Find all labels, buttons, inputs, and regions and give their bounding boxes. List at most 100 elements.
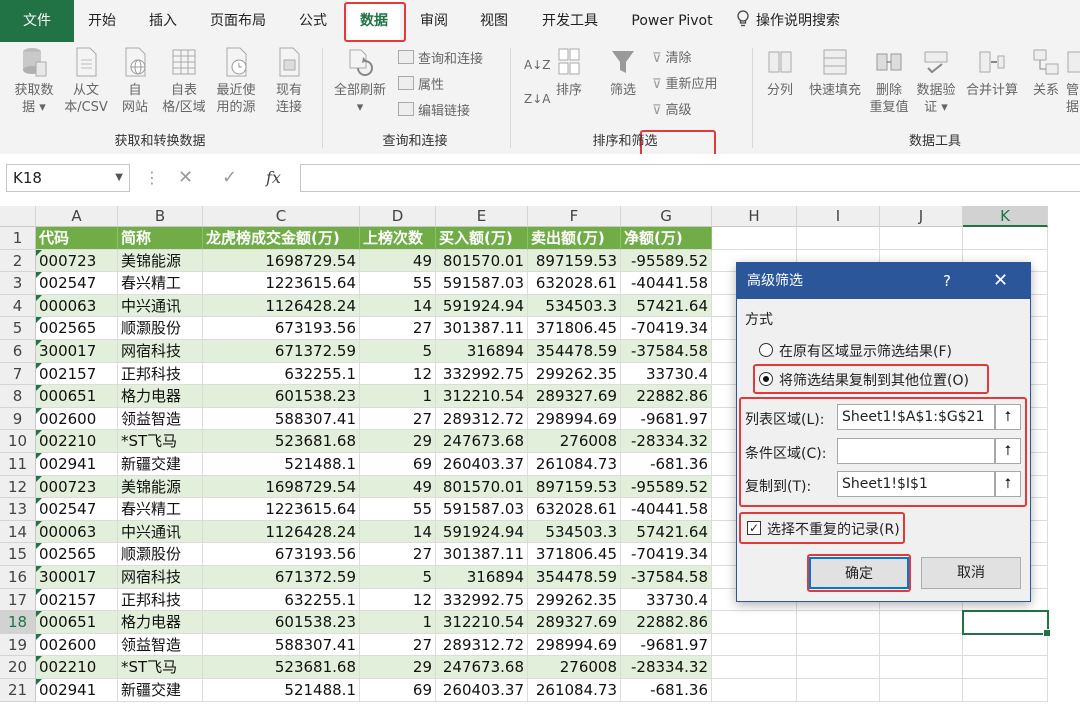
column-header-j[interactable]: J <box>880 206 963 227</box>
table-cell[interactable]: -40441.58 <box>621 272 712 295</box>
table-cell[interactable]: 12 <box>360 362 436 386</box>
sort-descending-button[interactable]: Z↓A <box>524 90 550 108</box>
table-cell[interactable]: 领益智造 <box>118 633 203 657</box>
empty-cell[interactable] <box>797 633 880 657</box>
table-cell[interactable]: 673193.56 <box>203 317 360 340</box>
table-cell[interactable]: 591587.03 <box>436 498 528 521</box>
table-cell[interactable]: 247673.68 <box>436 430 528 453</box>
table-cell[interactable]: 1223615.64 <box>203 272 360 295</box>
table-cell[interactable]: 002565 <box>36 543 118 566</box>
consolidate-button[interactable]: 合并计算 <box>960 46 1024 99</box>
table-cell[interactable]: 897159.53 <box>528 475 621 499</box>
recent-sources-button[interactable]: 最近使 用的源 <box>210 46 262 116</box>
table-cell[interactable]: 671372.59 <box>203 340 360 363</box>
empty-cell[interactable] <box>797 227 880 250</box>
criteria-range-collapse-icon[interactable]: ⭡ <box>995 438 1021 464</box>
sort-ascending-button[interactable]: A↓Z <box>524 56 550 74</box>
list-range-input[interactable]: Sheet1!$A$1:$G$21 <box>837 404 995 430</box>
flash-fill-button[interactable]: 快速填充 <box>804 46 866 99</box>
edit-links-button[interactable]: 编辑链接 <box>398 102 470 121</box>
table-cell[interactable]: 新疆交建 <box>118 453 203 476</box>
table-cell[interactable]: -681.36 <box>621 679 712 702</box>
row-header[interactable]: 4 <box>0 294 36 318</box>
column-header-e[interactable]: E <box>436 206 528 227</box>
table-cell[interactable]: 673193.56 <box>203 543 360 566</box>
table-cell[interactable]: 601538.23 <box>203 611 360 634</box>
table-cell[interactable]: 1698729.54 <box>203 475 360 499</box>
row-header[interactable]: 3 <box>0 272 36 295</box>
table-cell[interactable]: -40441.58 <box>621 498 712 521</box>
table-cell[interactable]: 中兴通讯 <box>118 520 203 544</box>
row-header[interactable]: 8 <box>0 385 36 408</box>
copy-to-input[interactable]: Sheet1!$I$1 <box>837 471 995 497</box>
table-cell[interactable]: 521488.1 <box>203 679 360 702</box>
table-cell[interactable]: 312210.54 <box>436 385 528 408</box>
table-cell[interactable]: 33730.4 <box>621 588 712 612</box>
table-cell[interactable]: 12 <box>360 588 436 612</box>
menu-file[interactable]: 文件 <box>0 0 74 42</box>
table-cell[interactable]: 801570.01 <box>436 249 528 273</box>
active-cell-selection[interactable] <box>962 610 1051 637</box>
table-cell[interactable]: 69 <box>360 679 436 702</box>
column-header-i[interactable]: I <box>797 206 880 227</box>
close-icon[interactable]: ✕ <box>993 263 1008 299</box>
table-cell[interactable]: 顺灏股份 <box>118 317 203 340</box>
table-cell[interactable]: 002547 <box>36 498 118 521</box>
table-cell[interactable]: 289327.69 <box>528 385 621 408</box>
get-data-button[interactable]: 获取数 据 ▾ <box>8 46 60 116</box>
table-header-cell[interactable]: 买入额(万) <box>436 227 528 250</box>
table-cell[interactable]: 354478.59 <box>528 566 621 589</box>
table-cell[interactable]: 002941 <box>36 453 118 476</box>
table-cell[interactable]: 601538.23 <box>203 385 360 408</box>
table-cell[interactable]: 591924.94 <box>436 294 528 318</box>
table-cell[interactable]: 春兴精工 <box>118 498 203 521</box>
table-cell[interactable]: 5 <box>360 566 436 589</box>
table-cell[interactable]: 002600 <box>36 633 118 657</box>
list-range-collapse-icon[interactable]: ⭡ <box>995 404 1021 430</box>
table-cell[interactable]: 22882.86 <box>621 611 712 634</box>
table-cell[interactable]: 276008 <box>528 656 621 679</box>
menu-review[interactable]: 审阅 <box>412 0 456 42</box>
table-cell[interactable]: 27 <box>360 317 436 340</box>
table-cell[interactable]: 371806.45 <box>528 543 621 566</box>
table-cell[interactable]: 000651 <box>36 611 118 634</box>
table-cell[interactable]: 371806.45 <box>528 317 621 340</box>
table-cell[interactable]: 000723 <box>36 249 118 273</box>
table-cell[interactable]: 1698729.54 <box>203 249 360 273</box>
table-cell[interactable]: -28334.32 <box>621 430 712 453</box>
table-cell[interactable]: 14 <box>360 294 436 318</box>
table-cell[interactable]: 1126428.24 <box>203 294 360 318</box>
remove-duplicates-button[interactable]: 删除 重复值 <box>866 46 912 116</box>
table-cell[interactable]: 000723 <box>36 475 118 499</box>
cancel-button[interactable]: 取消 <box>921 557 1021 589</box>
table-cell[interactable]: -37584.58 <box>621 566 712 589</box>
table-cell[interactable]: 1223615.64 <box>203 498 360 521</box>
menu-data[interactable]: 数据 <box>348 0 400 42</box>
tell-me-search[interactable]: 操作说明搜索 <box>736 0 866 42</box>
table-cell[interactable]: 002210 <box>36 656 118 679</box>
table-cell[interactable]: 33730.4 <box>621 362 712 386</box>
menu-page-layout[interactable]: 页面布局 <box>200 0 276 42</box>
menu-home[interactable]: 开始 <box>80 0 124 42</box>
row-header[interactable]: 13 <box>0 498 36 521</box>
existing-connections-button[interactable]: 现有 连接 <box>264 46 314 116</box>
table-cell[interactable]: 299262.35 <box>528 362 621 386</box>
from-table-button[interactable]: 自表 格/区域 <box>158 46 210 116</box>
table-cell[interactable]: 美锦能源 <box>118 249 203 273</box>
row-header[interactable]: 7 <box>0 362 36 386</box>
empty-cell[interactable] <box>880 633 963 657</box>
row-header[interactable]: 2 <box>0 249 36 273</box>
row-header[interactable]: 5 <box>0 317 36 340</box>
table-cell[interactable]: 332992.75 <box>436 362 528 386</box>
reapply-button[interactable]: ⊽ 重新应用 <box>652 76 718 94</box>
empty-cell[interactable] <box>797 611 880 634</box>
radio-filter-in-place[interactable] <box>759 343 773 357</box>
from-web-button[interactable]: 自 网站 <box>112 46 158 116</box>
table-header-cell[interactable]: 代码 <box>36 227 118 250</box>
menu-formulas[interactable]: 公式 <box>290 0 336 42</box>
insert-function-icon[interactable]: fx <box>266 164 281 192</box>
table-cell[interactable]: 002600 <box>36 407 118 431</box>
table-cell[interactable]: 29 <box>360 656 436 679</box>
select-all-corner[interactable] <box>0 206 36 227</box>
name-box-dropdown-icon[interactable]: ▼ <box>115 165 123 191</box>
